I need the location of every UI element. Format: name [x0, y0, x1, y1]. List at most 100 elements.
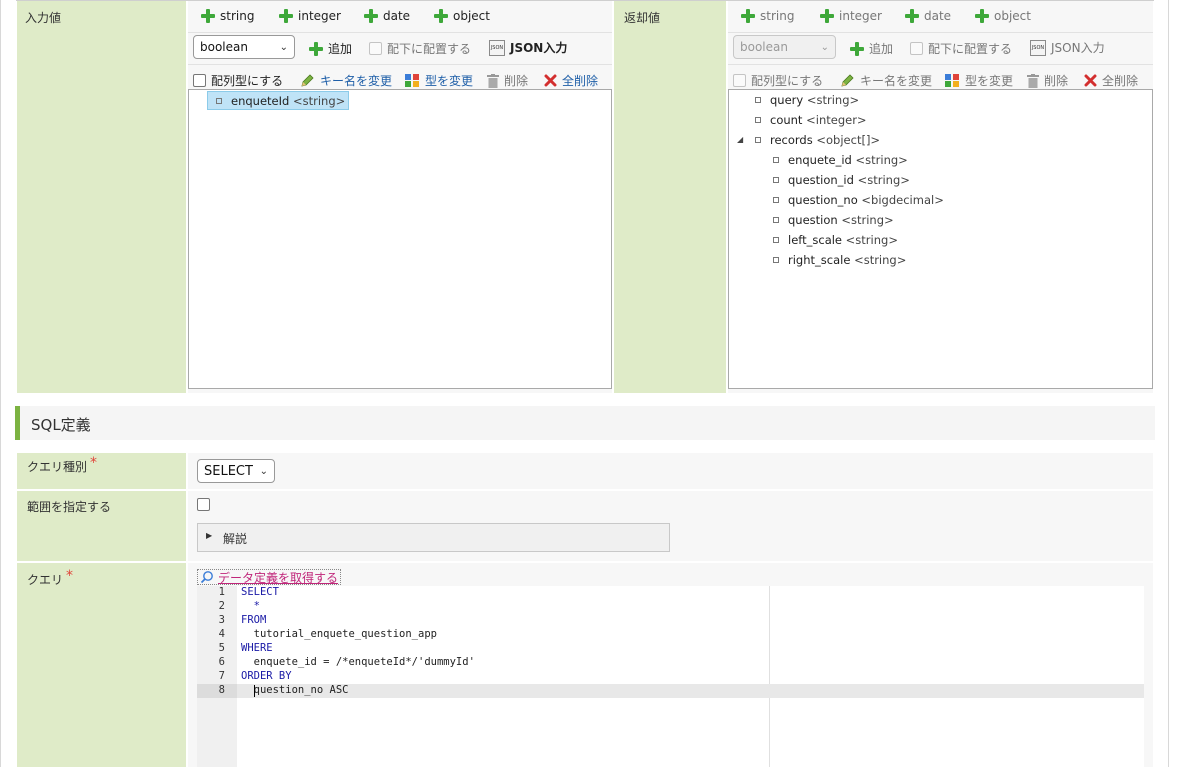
pencil-icon [301, 74, 314, 87]
explanation-accordion[interactable] [197, 523, 670, 552]
tree-node-count[interactable]: count <integer> [755, 113, 867, 127]
input-add-string-button[interactable]: string [201, 9, 254, 23]
output-label-cell [614, 1, 726, 393]
output-array-checkbox[interactable]: 配列型にする [733, 72, 823, 89]
checkbox[interactable] [369, 42, 382, 55]
checkbox[interactable] [733, 74, 746, 87]
input-add-date-button[interactable]: date [364, 9, 410, 23]
plus-icon [279, 9, 293, 23]
checkbox[interactable] [910, 42, 923, 55]
query-label-cell [17, 563, 186, 767]
output-add-string-button[interactable]: string [741, 9, 794, 23]
query-type-select[interactable]: SELECT ⌄ [197, 459, 275, 483]
type-change-icon [945, 74, 959, 87]
code-line: enquete_id = /*enqueteId*/'dummyId' [241, 656, 475, 668]
node-icon [773, 157, 779, 163]
input-tree[interactable] [188, 89, 612, 389]
input-add-integer-button[interactable]: integer [279, 9, 341, 23]
line-number: 8 [218, 684, 225, 696]
query-type-value-cell [188, 453, 1153, 489]
output-rename-key-button[interactable]: キー名を変更 [840, 72, 932, 89]
range-checkbox[interactable] [197, 498, 210, 511]
expand-toggle-icon[interactable]: ◢ [737, 135, 743, 144]
chevron-down-icon: ⌄ [279, 41, 288, 53]
plus-icon [201, 9, 215, 23]
divider [728, 64, 1153, 65]
json-icon: JSON [489, 39, 505, 56]
line-number: 5 [218, 642, 225, 654]
output-delete-button[interactable]: 削除 [1027, 72, 1068, 89]
output-add-object-button[interactable]: object [975, 9, 1031, 23]
node-icon [755, 117, 761, 123]
plus-icon [905, 9, 919, 23]
input-json-input-button[interactable]: JSON JSON入力 [489, 39, 567, 56]
tree-node-enqueteId[interactable]: enqueteId <string> [207, 91, 350, 110]
input-change-type-button[interactable]: 型を変更 [404, 72, 473, 89]
plus-icon [850, 41, 864, 56]
line-number: 1 [218, 586, 225, 598]
output-add-date-button[interactable]: date [905, 9, 951, 23]
input-delete-all-button[interactable]: 全削除 [544, 72, 598, 89]
search-icon [200, 571, 213, 584]
code-line: FROM [241, 614, 267, 626]
output-add-integer-button[interactable]: integer [820, 9, 882, 23]
code-line: WHERE [241, 642, 273, 654]
tree-node-enquete_id[interactable]: enquete_id <string> [773, 153, 908, 167]
tree-node-right_scale[interactable]: right_scale <string> [773, 253, 906, 267]
node-icon [755, 137, 761, 143]
node-icon [755, 97, 761, 103]
caret-right-icon: ▶ [206, 531, 213, 540]
explanation-label: 解説 [223, 532, 248, 546]
output-change-type-button[interactable]: 型を変更 [944, 72, 1013, 89]
input-label-cell [17, 1, 186, 393]
type-change-icon [405, 74, 419, 87]
tree-node-question[interactable]: question <string> [773, 213, 894, 227]
input-add-button[interactable]: 追加 [309, 40, 352, 57]
output-json-input-button[interactable]: JSON JSON入力 [1030, 39, 1105, 56]
sql-code-editor[interactable] [197, 586, 1144, 767]
code-line: * [241, 600, 260, 612]
sql-section-header [15, 406, 1155, 440]
input-array-checkbox[interactable]: 配列型にする [193, 72, 283, 89]
line-number: 7 [218, 670, 225, 682]
node-icon [773, 257, 779, 263]
node-icon [773, 197, 779, 203]
tree-node-query[interactable]: query <string> [755, 93, 859, 107]
get-data-definition-link[interactable]: データ定義を取得する [197, 569, 342, 585]
tree-node-records[interactable]: records <object[]> [755, 133, 880, 147]
output-delete-all-button[interactable]: 全削除 [1084, 72, 1138, 89]
input-place-under-checkbox[interactable]: 配下に配置する [369, 40, 471, 57]
print-margin [769, 586, 770, 767]
required-mark: * [66, 568, 74, 584]
checkbox[interactable] [193, 74, 206, 87]
input-delete-button[interactable]: 削除 [487, 72, 528, 89]
node-icon [773, 217, 779, 223]
output-add-button[interactable]: 追加 [850, 40, 893, 57]
input-rename-key-button[interactable]: キー名を変更 [300, 72, 392, 89]
active-line-highlight [237, 684, 1144, 698]
tree-node-question_id[interactable]: question_id <string> [773, 173, 910, 187]
section-accent-bar [15, 406, 20, 440]
text-cursor [254, 685, 255, 697]
plus-icon [309, 41, 323, 56]
input-type-select[interactable]: boolean ⌄ [193, 35, 295, 59]
code-line: tutorial_enquete_question_app [241, 628, 437, 640]
plus-icon [741, 9, 755, 23]
pencil-icon [841, 74, 854, 87]
trash-icon [487, 73, 499, 88]
node-icon [773, 177, 779, 183]
node-icon [216, 97, 222, 104]
chevron-down-icon: ⌄ [259, 465, 268, 477]
code-line: SELECT [241, 586, 279, 598]
output-type-select[interactable]: boolean ⌄ [733, 35, 836, 59]
chevron-down-icon: ⌄ [820, 41, 829, 53]
tree-node-question_no[interactable]: question_no <bigdecimal> [773, 193, 944, 207]
query-label: クエリ * [27, 568, 74, 587]
tree-node-left_scale[interactable]: left_scale <string> [773, 233, 898, 247]
divider [188, 64, 612, 65]
plus-icon [364, 9, 378, 23]
query-type-label: クエリ種別 * [27, 455, 98, 474]
sql-section-title: SQL定義 [31, 416, 91, 434]
output-place-under-checkbox[interactable]: 配下に配置する [910, 40, 1012, 57]
input-add-object-button[interactable]: object [434, 9, 490, 23]
